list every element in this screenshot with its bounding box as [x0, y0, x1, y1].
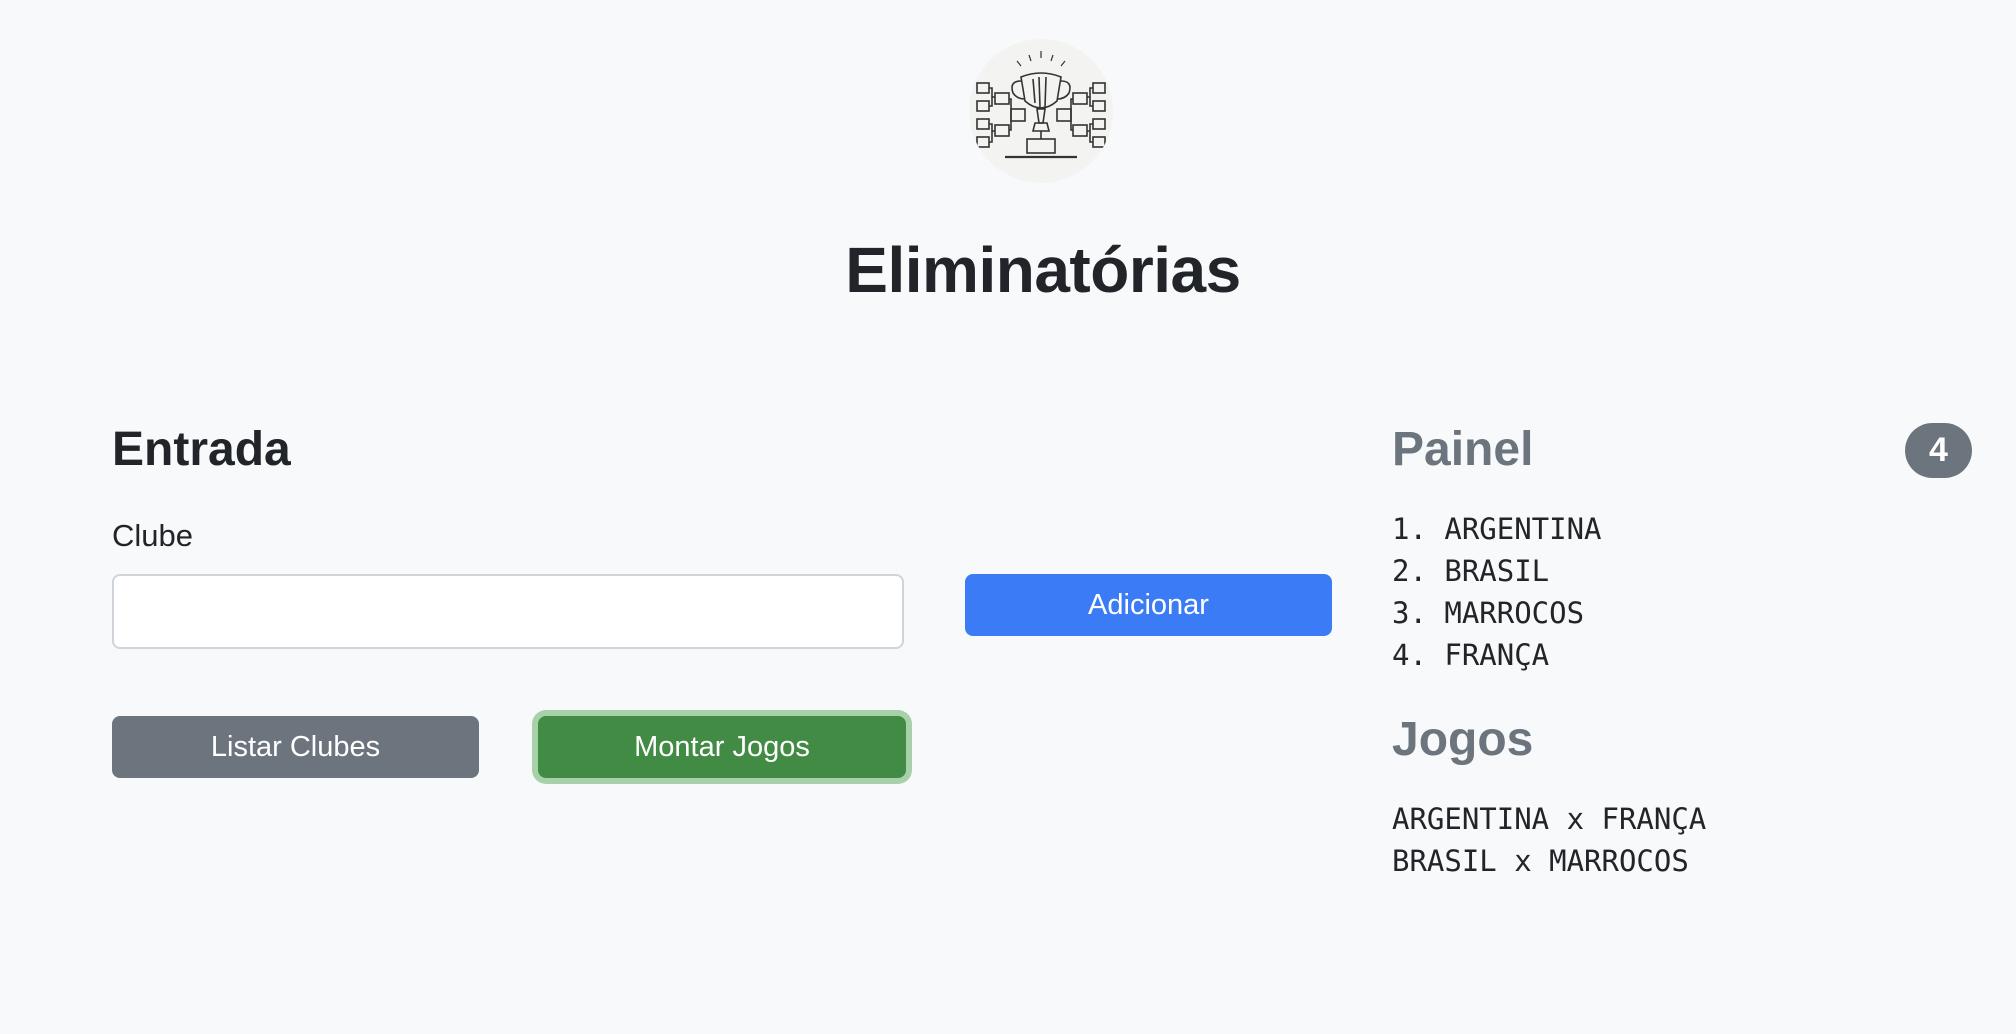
club-count-badge: 4 [1905, 423, 1972, 478]
game-list-item: BRASIL x MARROCOS [1392, 844, 1689, 878]
trophy-bracket-logo-icon [969, 39, 1113, 183]
mount-games-button[interactable]: Montar Jogos [538, 716, 906, 778]
list-clubs-button[interactable]: Listar Clubes [112, 716, 479, 778]
club-list: 1. ARGENTINA 2. BRASIL 3. MARROCOS 4. FR… [1392, 508, 1602, 676]
club-list-item: 2. BRASIL [1392, 554, 1550, 588]
page: Eliminatórias Entrada Clube Adicionar Li… [0, 0, 2016, 1034]
add-button[interactable]: Adicionar [965, 574, 1332, 636]
game-list-item: ARGENTINA x FRANÇA [1392, 802, 1707, 836]
club-list-item: 4. FRANÇA [1392, 638, 1550, 672]
jogos-heading: Jogos [1392, 713, 1534, 766]
painel-heading: Painel [1392, 423, 1534, 476]
entrada-heading: Entrada [112, 423, 291, 476]
page-title: Eliminatórias [845, 234, 1241, 306]
club-input[interactable] [112, 574, 904, 649]
club-label: Clube [112, 518, 193, 553]
club-list-item: 3. MARROCOS [1392, 596, 1585, 630]
club-list-item: 1. ARGENTINA [1392, 512, 1602, 546]
games-list: ARGENTINA x FRANÇA BRASIL x MARROCOS [1392, 798, 1706, 882]
